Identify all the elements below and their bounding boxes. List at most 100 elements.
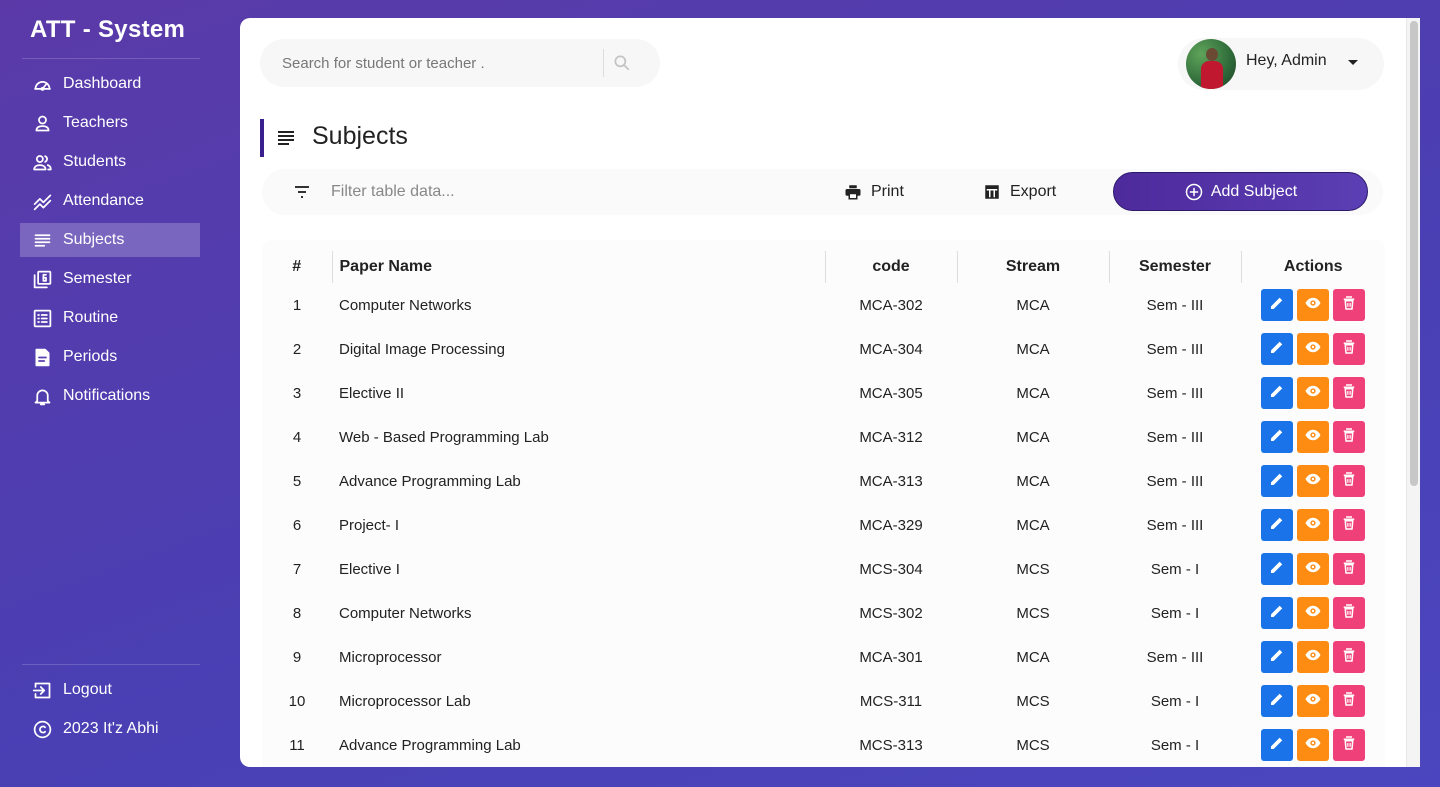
scrollbar-thumb[interactable] bbox=[1410, 21, 1418, 486]
cell-code: MCS-304 bbox=[859, 560, 923, 578]
sidebar-item-label: Subjects bbox=[63, 231, 125, 248]
cell-paper-name: Digital Image Processing bbox=[339, 340, 505, 358]
view-button[interactable] bbox=[1297, 421, 1329, 453]
filter-input[interactable] bbox=[331, 180, 631, 204]
delete-button[interactable] bbox=[1333, 685, 1365, 717]
column-header-code[interactable]: code bbox=[825, 251, 958, 283]
pencil-icon bbox=[1268, 690, 1286, 712]
eye-icon bbox=[1304, 338, 1322, 360]
delete-button[interactable] bbox=[1333, 377, 1365, 409]
trash-icon bbox=[1340, 382, 1358, 404]
sidebar-item-teachers[interactable]: Teachers bbox=[20, 106, 200, 140]
table-row: 6 Project- I MCA-329 MCA Sem - III bbox=[262, 503, 1385, 547]
cell-number: 7 bbox=[292, 560, 302, 578]
profile-menu[interactable]: Hey, Admin bbox=[1178, 38, 1384, 90]
cell-actions bbox=[1241, 327, 1385, 371]
edit-button[interactable] bbox=[1261, 509, 1293, 541]
sidebar-item-label: Periods bbox=[63, 348, 118, 365]
sidebar-item-attendance[interactable]: Attendance bbox=[20, 184, 200, 218]
table-row: 3 Elective II MCA-305 MCA Sem - III bbox=[262, 371, 1385, 415]
trash-icon bbox=[1340, 602, 1358, 624]
cell-code: MCA-312 bbox=[859, 428, 923, 446]
print-label: Print bbox=[871, 183, 904, 200]
cell-code: MCA-301 bbox=[859, 648, 923, 666]
cell-actions bbox=[1241, 283, 1385, 327]
view-button[interactable] bbox=[1297, 465, 1329, 497]
edit-button[interactable] bbox=[1261, 729, 1293, 761]
cell-semester: Sem - I bbox=[1150, 736, 1200, 754]
delete-button[interactable] bbox=[1333, 641, 1365, 673]
sidebar-item-periods[interactable]: Periods bbox=[20, 340, 200, 374]
export-button[interactable]: Export bbox=[983, 178, 1056, 206]
subjects-table: # Paper Name code Stream Semester Action… bbox=[262, 251, 1385, 767]
view-button[interactable] bbox=[1297, 553, 1329, 585]
cell-stream: MCA bbox=[1016, 648, 1050, 666]
sidebar-item-routine[interactable]: Routine bbox=[20, 301, 200, 335]
cell-code: MCS-302 bbox=[859, 604, 923, 622]
edit-button[interactable] bbox=[1261, 465, 1293, 497]
pencil-icon bbox=[1268, 426, 1286, 448]
cell-number: 5 bbox=[292, 472, 302, 490]
sidebar-item-logout[interactable]: Logout bbox=[20, 673, 200, 707]
delete-button[interactable] bbox=[1333, 333, 1365, 365]
view-button[interactable] bbox=[1297, 597, 1329, 629]
cell-actions bbox=[1241, 591, 1385, 635]
view-button[interactable] bbox=[1297, 289, 1329, 321]
print-button[interactable]: Print bbox=[844, 178, 904, 206]
sidebar: ATT - System Dashboard Teachers Students… bbox=[0, 0, 220, 787]
column-header-semester[interactable]: Semester bbox=[1109, 251, 1242, 283]
cell-actions bbox=[1241, 459, 1385, 503]
pencil-icon bbox=[1268, 470, 1286, 492]
edit-button[interactable] bbox=[1261, 421, 1293, 453]
sidebar-item-subjects[interactable]: Subjects bbox=[20, 223, 200, 257]
eye-icon bbox=[1304, 734, 1322, 756]
delete-button[interactable] bbox=[1333, 421, 1365, 453]
sidebar-item-label: Students bbox=[63, 153, 127, 170]
add-subject-button[interactable]: Add Subject bbox=[1113, 172, 1368, 211]
cell-semester: Sem - III bbox=[1146, 340, 1204, 358]
column-header-paper-name[interactable]: Paper Name bbox=[332, 251, 826, 283]
search-button[interactable] bbox=[610, 51, 634, 75]
edit-button[interactable] bbox=[1261, 685, 1293, 717]
delete-button[interactable] bbox=[1333, 509, 1365, 541]
table-row: 11 Advance Programming Lab MCS-313 MCS Sem -… bbox=[262, 723, 1385, 767]
sidebar-item-dashboard[interactable]: Dashboard bbox=[20, 67, 200, 101]
edit-button[interactable] bbox=[1261, 377, 1293, 409]
pencil-icon bbox=[1268, 294, 1286, 316]
delete-button[interactable] bbox=[1333, 729, 1365, 761]
delete-button[interactable] bbox=[1333, 553, 1365, 585]
sidebar-item-semester[interactable]: Semester bbox=[20, 262, 200, 296]
view-button[interactable] bbox=[1297, 685, 1329, 717]
delete-button[interactable] bbox=[1333, 465, 1365, 497]
edit-button[interactable] bbox=[1261, 289, 1293, 321]
edit-button[interactable] bbox=[1261, 553, 1293, 585]
sidebar-item-notifications[interactable]: Notifications bbox=[20, 379, 200, 413]
cell-semester: Sem - I bbox=[1150, 692, 1200, 710]
view-button[interactable] bbox=[1297, 641, 1329, 673]
sidebar-item-label: Teachers bbox=[63, 114, 128, 131]
printer-icon bbox=[845, 185, 861, 200]
profile-greeting: Hey, Admin bbox=[1246, 52, 1327, 69]
edit-button[interactable] bbox=[1261, 333, 1293, 365]
edit-button[interactable] bbox=[1261, 597, 1293, 629]
edit-button[interactable] bbox=[1261, 641, 1293, 673]
eye-icon bbox=[1304, 558, 1322, 580]
sidebar-item-students[interactable]: Students bbox=[20, 145, 200, 179]
cell-semester: Sem - III bbox=[1146, 648, 1204, 666]
cell-paper-name: Microprocessor bbox=[339, 648, 442, 666]
cell-paper-name: Web - Based Programming Lab bbox=[339, 428, 549, 446]
pencil-icon bbox=[1268, 558, 1286, 580]
sidebar-item-label: Attendance bbox=[63, 192, 144, 209]
view-button[interactable] bbox=[1297, 729, 1329, 761]
column-header-stream[interactable]: Stream bbox=[957, 251, 1110, 283]
delete-button[interactable] bbox=[1333, 289, 1365, 321]
table-row: 10 Microprocessor Lab MCS-311 MCS Sem - I bbox=[262, 679, 1385, 723]
view-button[interactable] bbox=[1297, 333, 1329, 365]
delete-button[interactable] bbox=[1333, 597, 1365, 629]
sidebar-item-label: Semester bbox=[63, 270, 132, 287]
vertical-scrollbar[interactable] bbox=[1406, 18, 1420, 767]
eye-icon bbox=[1304, 382, 1322, 404]
view-button[interactable] bbox=[1297, 509, 1329, 541]
search-input[interactable] bbox=[282, 51, 600, 75]
view-button[interactable] bbox=[1297, 377, 1329, 409]
